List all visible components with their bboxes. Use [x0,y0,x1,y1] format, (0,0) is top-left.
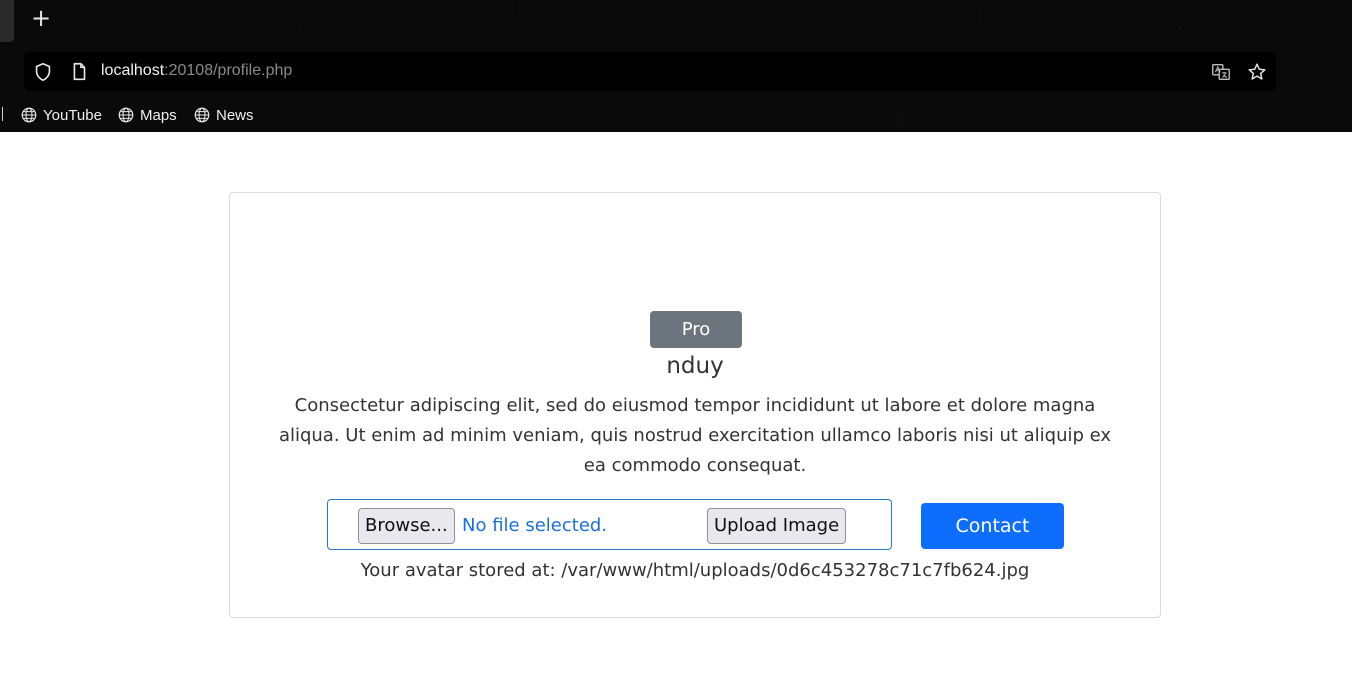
page-icon[interactable] [68,61,90,83]
bookmark-label: News [216,106,254,124]
globe-icon [118,107,134,123]
file-status-text: No file selected. [462,515,608,536]
contact-button[interactable]: Contact [921,503,1064,549]
globe-icon [21,107,37,123]
bookmark-maps[interactable]: Maps [117,104,177,126]
avatar-upload-form: Browse... No file selected. Upload Image [327,499,892,550]
bookmark-label: YouTube [43,106,102,124]
bookmark-news[interactable]: News [193,104,254,126]
globe-icon [194,107,210,123]
bookmark-separator [2,107,3,121]
new-tab-button[interactable]: + [28,4,54,32]
browser-tab[interactable] [0,0,14,42]
bookmarks-bar: YouTube Maps News [0,100,1352,130]
url-path: :20108/profile.php [164,62,293,79]
browser-chrome: + localhost:20108/profile.php YouTube Ma… [0,0,1352,132]
address-bar[interactable]: localhost:20108/profile.php [24,52,1276,91]
status-badge: Pro [650,311,742,348]
translate-icon[interactable] [1210,61,1232,83]
username: nduy [666,353,724,379]
bookmark-youtube[interactable]: YouTube [20,104,102,126]
star-icon[interactable] [1246,61,1268,83]
url-text[interactable]: localhost:20108/profile.php [101,62,292,80]
url-host: localhost [101,62,165,79]
shield-icon[interactable] [32,61,54,83]
profile-bio: Consectetur adipiscing elit, sed do eius… [278,395,1112,476]
profile-card: Pro nduy Consectetur adipiscing elit, se… [229,192,1161,618]
avatar-path-text: Your avatar stored at: /var/www/html/upl… [360,560,1030,581]
browse-button[interactable]: Browse... [358,508,455,544]
upload-image-button[interactable]: Upload Image [707,508,847,544]
bookmark-label: Maps [140,106,177,124]
